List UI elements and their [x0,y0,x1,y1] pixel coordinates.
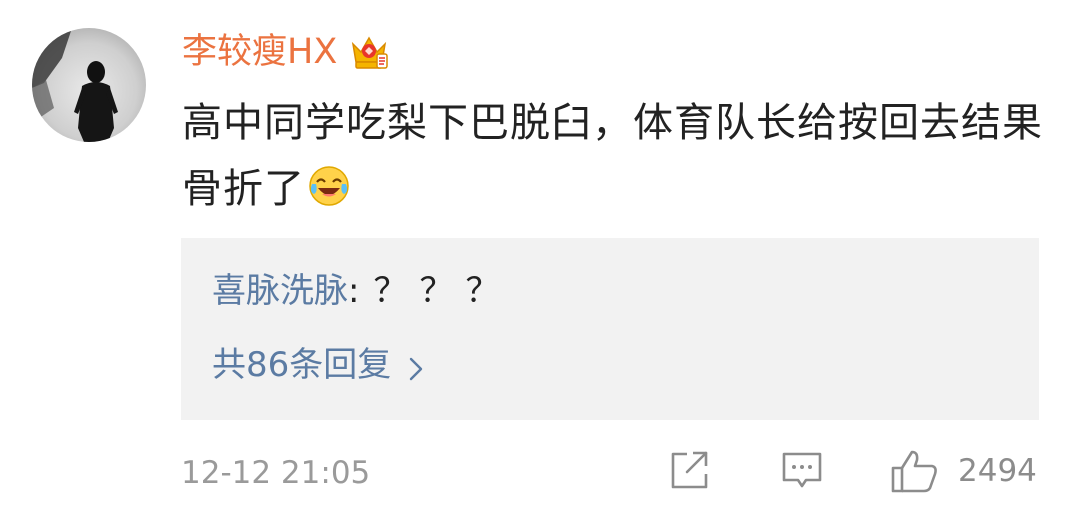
like-count: 2494 [958,453,1037,489]
share-icon [667,448,711,492]
reply-preview[interactable]: 喜脉洗脉: ？？？ 共86条回复 [181,238,1039,420]
avatar[interactable] [32,28,146,142]
username-row: 李较瘦HX [182,26,391,78]
username[interactable]: 李较瘦HX [182,26,337,78]
thumb-up-icon [890,448,940,494]
like-button[interactable]: 2494 [890,448,1037,494]
chevron-right-icon [407,350,425,381]
timestamp: 12-12 21:05 [181,455,371,491]
reply-line: 喜脉洗脉: ？？？ [212,268,511,314]
laugh-cry-emoji [307,162,351,206]
reply-content: ？？？ [373,271,512,311]
reply-author[interactable]: 喜脉洗脉 [212,271,348,311]
more-replies-label: 共86条回复 [212,345,392,385]
comment-icon [780,448,824,492]
comment-text: 高中同学吃梨下巴脱臼，体育队长给按回去结果骨折了 [182,90,1052,222]
vip-crown-icon[interactable] [347,30,391,74]
reply-colon: : [348,271,360,311]
more-replies-link[interactable]: 共86条回复 [212,342,425,388]
comment-button[interactable] [780,448,824,492]
forward-button[interactable] [667,448,711,492]
